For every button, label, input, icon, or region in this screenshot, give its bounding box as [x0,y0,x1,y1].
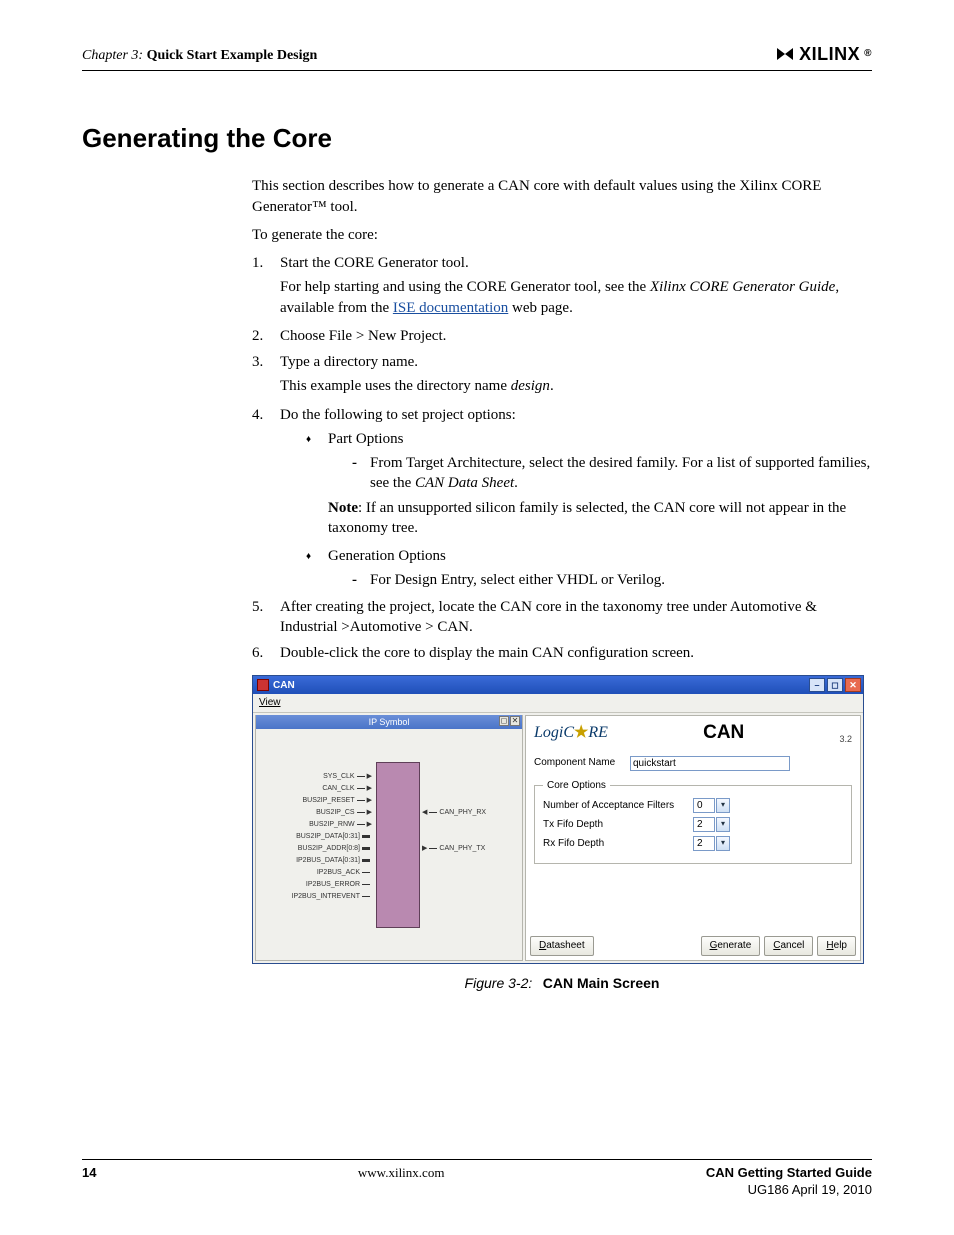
step-4-partopts: Part Options From Target Architecture, s… [306,429,872,538]
panel-close-icon[interactable]: ✕ [510,716,520,726]
steps-list: Start the CORE Generator tool. For help … [252,253,872,663]
ip-block-symbol [376,762,420,928]
core-options-legend: Core Options [543,779,610,793]
intro-para: This section describes how to generate a… [252,176,872,217]
page-footer: 14 www.xilinx.com CAN Getting Started Gu… [82,1159,872,1199]
ise-doc-link[interactable]: ISE documentation [393,300,508,316]
ip-symbol-panel: IP Symbol ◻ ✕ SYS_CLK▶ CAN_CLK▶ BUS2IP_R… [255,715,523,961]
pin-bus2ip-addr: BUS2IP_ADDR[0:8] [298,844,372,853]
window-titlebar[interactable]: CAN – ◻ ✕ [253,676,863,694]
step-4-note: Note: If an unsupported silicon family i… [328,498,872,539]
pin-ip2bus-data: IP2BUS_DATA[0:31] [296,856,372,865]
figure-number: Figure 3-2: [465,975,533,991]
xilinx-logo-icon [775,46,795,62]
pin-sys-clk: SYS_CLK▶ [323,772,372,781]
num-accept-filters-dropdown[interactable] [716,798,730,813]
section-heading: Generating the Core [82,121,872,156]
step-4-genopts: Generation Options For Design Entry, sel… [306,546,872,591]
datasheet-button[interactable]: Datasheet [530,936,594,956]
logicore-logo: LogiC★RE [534,722,608,744]
chapter-label: Chapter 3: [82,48,143,63]
brand-text: XILINX [799,42,860,66]
num-accept-filters-label: Number of Acceptance Filters [543,799,693,813]
component-name-input[interactable] [630,756,790,771]
pin-can-clk: CAN_CLK▶ [322,784,372,793]
window-menubar: View [253,694,863,713]
xilinx-logo: XILINX® [775,42,872,66]
tx-fifo-label: Tx Fifo Depth [543,818,693,832]
generate-button[interactable]: Generate [701,936,761,956]
window-close-button[interactable]: ✕ [845,678,861,692]
config-panel: LogiC★RE CAN 3.2 Component Name Core Opt… [525,715,861,961]
window-title: CAN [273,679,295,693]
step-4-target-arch: From Target Architecture, select the des… [352,453,872,494]
can-window: CAN – ◻ ✕ View IP Symbol ◻ ✕ [252,675,864,964]
step-1-help: For help starting and using the CORE Gen… [280,277,872,318]
pin-ip2bus-error: IP2BUS_ERROR [306,880,372,889]
step-4-design-entry: For Design Entry, select either VHDL or … [352,570,872,590]
window-minimize-button[interactable]: – [809,678,825,692]
tx-fifo-dropdown[interactable] [716,817,730,832]
help-button[interactable]: Help [817,936,856,956]
pin-ip2bus-ack: IP2BUS_ACK [317,868,372,877]
core-options-fieldset: Core Options Number of Acceptance Filter… [534,779,852,865]
pin-bus2ip-data: BUS2IP_DATA[0:31] [296,832,372,841]
figure-title: CAN Main Screen [543,975,660,991]
core-version: 3.2 [839,733,852,745]
footer-doc-title: CAN Getting Started Guide [706,1164,872,1182]
step-4: Do the following to set project options:… [252,405,872,591]
tx-fifo-value[interactable]: 2 [693,817,715,832]
pin-can-phy-rx: ◀CAN_PHY_RX [422,808,486,817]
pin-bus2ip-rnw: BUS2IP_RNW▶ [309,820,372,829]
rx-fifo-dropdown[interactable] [716,836,730,851]
pin-ip2bus-int: IP2BUS_INTREVENT [292,892,372,901]
footer-doc-sub: UG186 April 19, 2010 [706,1181,872,1199]
cancel-button[interactable]: Cancel [764,936,813,956]
pin-bus2ip-cs: BUS2IP_CS▶ [316,808,372,817]
pin-bus2ip-reset: BUS2IP_RESET▶ [302,796,372,805]
step-3-note: This example uses the directory name des… [280,376,872,396]
window-app-icon [257,679,269,691]
running-header: Chapter 3: Quick Start Example Design XI… [82,42,872,71]
ip-symbol-titlebar[interactable]: IP Symbol ◻ ✕ [256,715,522,729]
step-5: After creating the project, locate the C… [252,597,872,638]
footer-url: www.xilinx.com [358,1164,445,1199]
window-maximize-button[interactable]: ◻ [827,678,843,692]
panel-restore-icon[interactable]: ◻ [499,716,509,726]
step-6: Double-click the core to display the mai… [252,643,872,663]
pin-can-phy-tx: ▶CAN_PHY_TX [422,844,485,853]
num-accept-filters-value[interactable]: 0 [693,798,715,813]
core-title: CAN [608,720,840,746]
step-2: Choose File > New Project. [252,326,872,346]
figure-caption: Figure 3-2: CAN Main Screen [252,974,872,995]
chapter-title: Quick Start Example Design [147,48,318,63]
menu-view[interactable]: View [259,697,281,708]
rx-fifo-label: Rx Fifo Depth [543,837,693,851]
page-number: 14 [82,1164,96,1199]
lead-para: To generate the core: [252,225,872,245]
step-3: Type a directory name. This example uses… [252,352,872,397]
step-1: Start the CORE Generator tool. For help … [252,253,872,318]
component-name-label: Component Name [534,756,626,770]
rx-fifo-value[interactable]: 2 [693,836,715,851]
